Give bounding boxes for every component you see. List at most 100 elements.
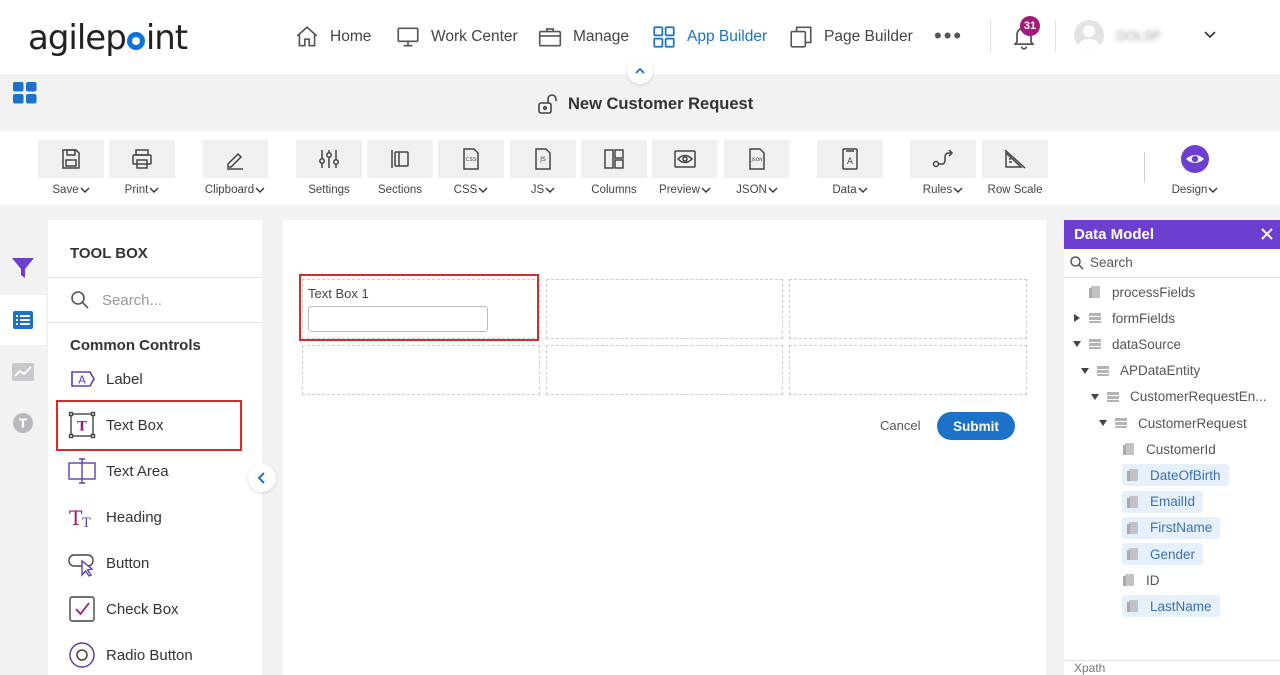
save-tool[interactable]: Save: [38, 140, 104, 196]
tree-node[interactable]: DateOfBirth: [1122, 464, 1229, 487]
tree-node[interactable]: processFields: [1072, 281, 1195, 303]
apps-grid-icon[interactable]: [13, 82, 37, 104]
notification-badge[interactable]: 31: [1020, 16, 1040, 36]
tree-node-label: ID: [1146, 572, 1160, 588]
nav-app-builder-label: App Builder: [687, 28, 768, 45]
chevron-down-icon: [478, 187, 488, 193]
json-tool[interactable]: JSON JSON: [724, 140, 790, 196]
nav-manage[interactable]: Manage: [537, 22, 629, 52]
heading-icon: TT: [69, 506, 91, 531]
tree-node[interactable]: CustomerRequest: [1098, 412, 1247, 434]
caret-down-icon[interactable]: [1080, 366, 1090, 376]
rules-tool-label: Rules: [922, 184, 953, 196]
nav-work-center[interactable]: Work Center: [395, 22, 518, 52]
grid-cell[interactable]: [302, 345, 540, 395]
ribbon-divider: [1144, 152, 1145, 182]
tree-node[interactable]: ID: [1122, 569, 1160, 591]
collapse-toolbox-button[interactable]: [248, 464, 276, 492]
grid-cell[interactable]: [789, 279, 1027, 339]
sections-tool[interactable]: Sections: [367, 140, 433, 196]
grid-cell[interactable]: [789, 345, 1027, 395]
nav-app-builder[interactable]: App Builder: [651, 22, 767, 52]
data-model-search[interactable]: Search: [1070, 255, 1133, 270]
rail-filter[interactable]: [0, 243, 46, 293]
tree-node[interactable]: LastName: [1122, 595, 1220, 618]
design-tool[interactable]: Design: [1162, 140, 1228, 196]
toolbox-search[interactable]: Search...: [70, 290, 162, 310]
tree-node[interactable]: FirstName: [1122, 516, 1221, 539]
caret-right-icon[interactable]: [1072, 313, 1082, 323]
preview-tool[interactable]: Preview: [652, 140, 718, 196]
row-scale-tool[interactable]: Row Scale: [982, 140, 1048, 196]
js-tool[interactable]: JS JS: [510, 140, 576, 196]
save-icon: [62, 149, 80, 169]
control-text-area[interactable]: Text Area: [68, 455, 169, 487]
tree-node[interactable]: Gender: [1122, 543, 1204, 565]
agilepoint-logo[interactable]: agilep int: [28, 18, 188, 58]
more-menu-button[interactable]: •••: [934, 25, 963, 47]
control-check-box-text: Check Box: [106, 600, 179, 618]
svg-text:T: T: [69, 506, 83, 530]
rail-analytics[interactable]: [0, 347, 46, 397]
collapse-header-button[interactable]: [627, 58, 653, 84]
tree-node[interactable]: EmailId: [1122, 490, 1204, 513]
cancel-button[interactable]: Cancel: [880, 418, 920, 433]
columns-tool[interactable]: Columns: [581, 140, 647, 196]
data-tool[interactable]: A Data: [817, 140, 883, 196]
print-tool[interactable]: Print: [109, 140, 175, 196]
chevron-down-icon: [701, 187, 711, 193]
chevron-down-icon: [149, 187, 159, 193]
preview-tool-label: Preview: [659, 184, 700, 196]
caret-down-icon[interactable]: [1072, 339, 1082, 349]
field-icon: [1127, 521, 1138, 534]
grid-cell[interactable]: [546, 279, 783, 339]
text-box-1-input[interactable]: [308, 306, 488, 332]
tree-node[interactable]: CustomerRequestEn...: [1090, 386, 1267, 408]
group-icon: [1115, 418, 1127, 428]
search-icon: [1070, 255, 1084, 270]
tree-node-label: CustomerId: [1146, 441, 1216, 457]
save-tool-label: Save: [52, 184, 79, 196]
control-button[interactable]: Button: [68, 547, 149, 579]
js-file-icon: JS: [535, 148, 551, 170]
print-tool-label: Print: [124, 184, 149, 196]
control-label[interactable]: A Label: [68, 363, 143, 395]
tree-node-label: EmailId: [1150, 494, 1196, 510]
nav-page-builder[interactable]: Page Builder: [788, 22, 913, 52]
control-text-area-text: Text Area: [106, 462, 169, 480]
field-icon: [1127, 469, 1138, 482]
chevron-down-icon[interactable]: [1202, 26, 1218, 42]
tree-node[interactable]: CustomerId: [1122, 438, 1216, 460]
control-radio-button-text: Radio Button: [106, 646, 193, 664]
columns-tool-label: Columns: [591, 184, 637, 196]
css-tool[interactable]: CSS CSS: [438, 140, 504, 196]
tree-node[interactable]: dataSource: [1072, 333, 1181, 355]
rail-toolbox[interactable]: [0, 295, 46, 345]
control-check-box[interactable]: Check Box: [68, 593, 179, 625]
grid-cell[interactable]: [546, 345, 783, 395]
rail-theme[interactable]: T: [0, 398, 46, 448]
control-heading[interactable]: TT Heading: [68, 501, 162, 533]
unlock-icon[interactable]: [536, 92, 560, 116]
tree-node-label: processFields: [1112, 284, 1196, 300]
submit-button[interactable]: Submit: [937, 412, 1015, 440]
sections-tool-label: Sections: [377, 184, 423, 196]
tree-node-label: CustomerRequest: [1138, 415, 1247, 431]
rules-tool[interactable]: Rules: [910, 140, 976, 196]
clipboard-tool-label: Clipboard: [204, 184, 255, 196]
nav-home[interactable]: Home: [294, 22, 371, 52]
caret-down-icon[interactable]: [1098, 418, 1108, 428]
username[interactable]: GOLSP: [1116, 28, 1161, 43]
tree-node[interactable]: APDataEntity: [1080, 360, 1200, 382]
caret-down-icon[interactable]: [1090, 392, 1100, 402]
avatar[interactable]: [1074, 20, 1104, 50]
divider: [48, 277, 262, 278]
svg-text:JS: JS: [539, 156, 546, 163]
json-file-icon: JSON: [749, 148, 765, 170]
control-radio-button[interactable]: Radio Button: [68, 639, 193, 671]
settings-tool[interactable]: Settings: [296, 140, 362, 196]
close-icon[interactable]: [1260, 227, 1274, 241]
tree-node[interactable]: formFields: [1072, 307, 1175, 329]
css-file-icon: CSS: [463, 148, 479, 170]
clipboard-tool[interactable]: Clipboard: [202, 140, 268, 196]
